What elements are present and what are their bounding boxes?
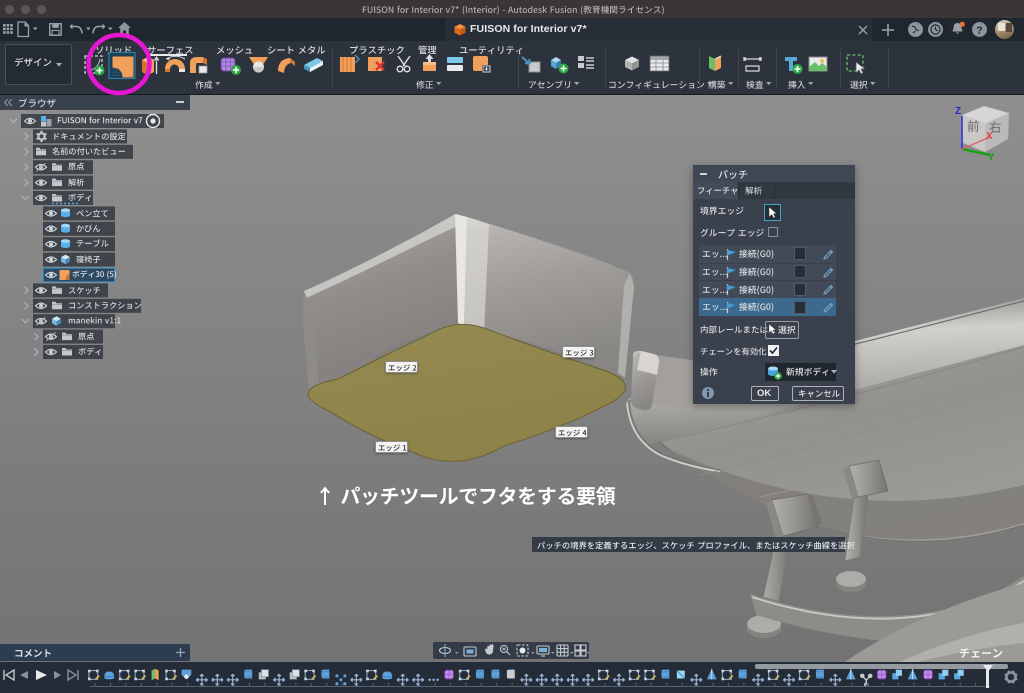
- svg-text:?: ?: [976, 25, 982, 37]
